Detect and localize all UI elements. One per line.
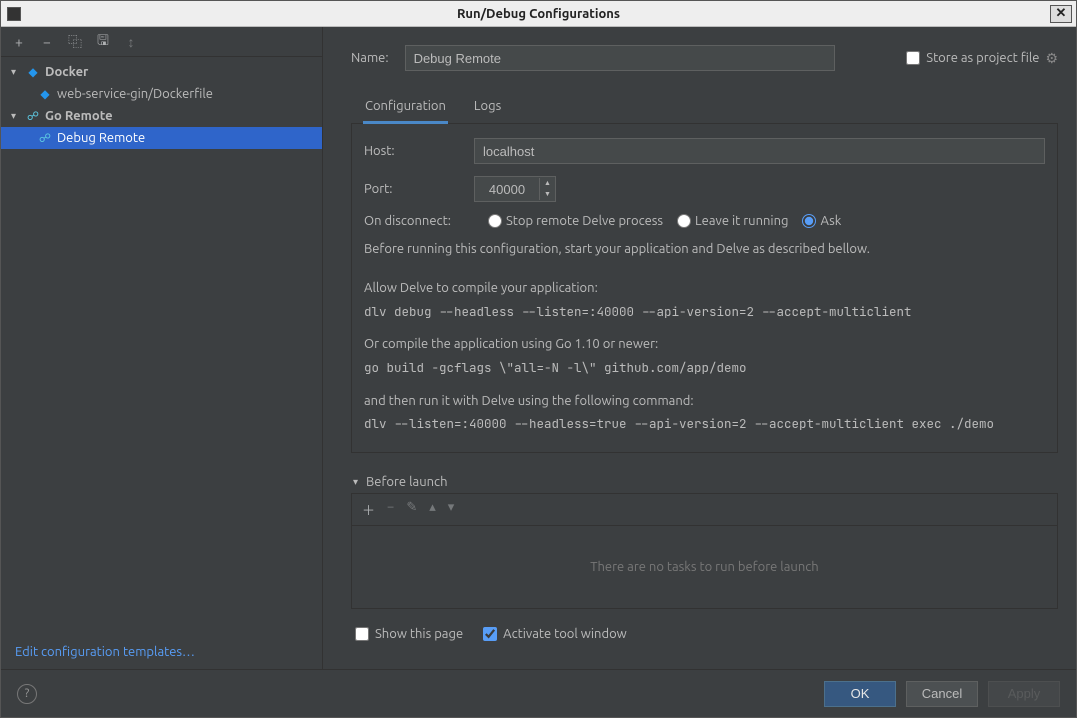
app-icon — [7, 7, 21, 21]
bottom-checks: Show this page Activate tool window — [351, 623, 1058, 655]
port-stepper[interactable]: ▲ ▼ — [474, 176, 556, 202]
help-text: Before running this configuration, start… — [364, 240, 1045, 434]
show-page-label: Show this page — [375, 627, 463, 641]
down-task-icon[interactable]: ▾ — [448, 500, 455, 519]
copy-config-icon[interactable]: ⿻ — [67, 34, 83, 50]
sidebar: + − ⿻ 🖫 ↕ ▾ ◆ Docker ◆ web-service-gin/D… — [1, 27, 323, 669]
gear-icon[interactable]: ⚙ — [1045, 50, 1058, 67]
port-label: Port: — [364, 182, 474, 196]
tree-item-label: web-service-gin/Dockerfile — [57, 87, 213, 101]
before-launch-toolbar: ＋ − ✎ ▴ ▾ — [351, 493, 1058, 525]
activate-checkbox[interactable] — [483, 627, 497, 641]
radio-leave-input[interactable] — [677, 214, 691, 228]
tree-item-debug-remote[interactable]: ☍ Debug Remote — [1, 127, 322, 149]
tab-configuration[interactable]: Configuration — [363, 93, 448, 124]
store-as-project-checkbox[interactable] — [906, 51, 920, 65]
chevron-down-icon: ▾ — [11, 110, 25, 122]
add-task-icon[interactable]: ＋ — [362, 500, 375, 519]
help-line: and then run it with Delve using the fol… — [364, 392, 1045, 412]
name-label: Name: — [351, 51, 389, 65]
port-up-icon[interactable]: ▲ — [540, 178, 555, 189]
cancel-button[interactable]: Cancel — [906, 681, 978, 707]
docker-icon: ◆ — [25, 65, 41, 79]
config-tree: ▾ ◆ Docker ◆ web-service-gin/Dockerfile … — [1, 57, 322, 637]
main-area: + − ⿻ 🖫 ↕ ▾ ◆ Docker ◆ web-service-gin/D… — [1, 27, 1076, 669]
radio-stop[interactable]: Stop remote Delve process — [488, 214, 663, 228]
remove-config-icon[interactable]: − — [39, 34, 55, 50]
tree-folder-docker[interactable]: ▾ ◆ Docker — [1, 61, 322, 83]
host-input[interactable] — [474, 138, 1045, 164]
go-remote-icon: ☍ — [37, 131, 53, 145]
activate-label: Activate tool window — [503, 627, 627, 641]
before-launch-header[interactable]: ▾ Before launch — [351, 471, 1058, 493]
radio-stop-label: Stop remote Delve process — [506, 214, 663, 228]
port-down-icon[interactable]: ▼ — [540, 189, 555, 200]
tab-logs[interactable]: Logs — [472, 93, 503, 123]
tree-item-label: Debug Remote — [57, 131, 145, 145]
radio-leave[interactable]: Leave it running — [677, 214, 788, 228]
tree-folder-label: Docker — [45, 65, 88, 79]
command-text: go build -gcflags \"all=-N -l\" github.c… — [364, 359, 1045, 378]
details-panel: Name: Store as project file ⚙ Configurat… — [323, 27, 1076, 669]
port-input[interactable] — [475, 177, 539, 201]
name-row: Name: Store as project file ⚙ — [351, 45, 1058, 71]
activate-check[interactable]: Activate tool window — [483, 627, 627, 641]
sort-config-icon[interactable]: ↕ — [123, 34, 139, 50]
tree-folder-go-remote[interactable]: ▾ ☍ Go Remote — [1, 105, 322, 127]
dialog-footer: ? OK Cancel Apply — [1, 669, 1076, 717]
add-config-icon[interactable]: + — [11, 34, 27, 50]
docker-icon: ◆ — [37, 87, 53, 101]
tree-item-dockerfile[interactable]: ◆ web-service-gin/Dockerfile — [1, 83, 322, 105]
tree-folder-label: Go Remote — [45, 109, 113, 123]
close-button[interactable]: ✕ — [1050, 5, 1072, 23]
edit-templates-link[interactable]: Edit configuration templates… — [1, 637, 322, 669]
go-remote-icon: ☍ — [25, 109, 41, 123]
store-label: Store as project file — [926, 51, 1039, 65]
host-label: Host: — [364, 144, 474, 158]
up-task-icon[interactable]: ▴ — [429, 500, 436, 519]
tree-toolbar: + − ⿻ 🖫 ↕ — [1, 27, 322, 57]
store-row: Store as project file ⚙ — [906, 50, 1058, 67]
disconnect-label: On disconnect: — [364, 214, 474, 228]
edit-task-icon[interactable]: ✎ — [406, 500, 417, 519]
command-text: dlv --listen=:40000 --headless=true --ap… — [364, 415, 1045, 434]
command-text: dlv debug --headless --listen=:40000 --a… — [364, 303, 1045, 322]
chevron-down-icon: ▾ — [11, 66, 25, 78]
tabs: Configuration Logs — [351, 93, 1058, 124]
radio-stop-input[interactable] — [488, 214, 502, 228]
before-launch-title: Before launch — [366, 475, 447, 489]
help-line: Or compile the application using Go 1.10… — [364, 335, 1045, 355]
remove-task-icon[interactable]: − — [387, 500, 394, 519]
show-page-check[interactable]: Show this page — [355, 627, 463, 641]
radio-ask-label: Ask — [820, 214, 841, 228]
show-page-checkbox[interactable] — [355, 627, 369, 641]
help-icon[interactable]: ? — [17, 684, 37, 704]
name-input[interactable] — [405, 45, 835, 71]
window-title: Run/Debug Configurations — [1, 7, 1076, 21]
title-bar: Run/Debug Configurations ✕ — [1, 1, 1076, 27]
radio-ask[interactable]: Ask — [802, 214, 841, 228]
radio-leave-label: Leave it running — [695, 214, 788, 228]
ok-button[interactable]: OK — [824, 681, 896, 707]
configuration-panel: Host: Port: ▲ ▼ On disconnect: Stop remo… — [351, 124, 1058, 453]
save-config-icon[interactable]: 🖫 — [95, 34, 111, 50]
before-launch-empty: There are no tasks to run before launch — [351, 525, 1058, 609]
apply-button[interactable]: Apply — [988, 681, 1060, 707]
help-line: Allow Delve to compile your application: — [364, 279, 1045, 299]
help-line: Before running this configuration, start… — [364, 240, 1045, 260]
chevron-down-icon: ▾ — [353, 476, 358, 488]
radio-ask-input[interactable] — [802, 214, 816, 228]
before-launch-empty-text: There are no tasks to run before launch — [590, 560, 818, 574]
